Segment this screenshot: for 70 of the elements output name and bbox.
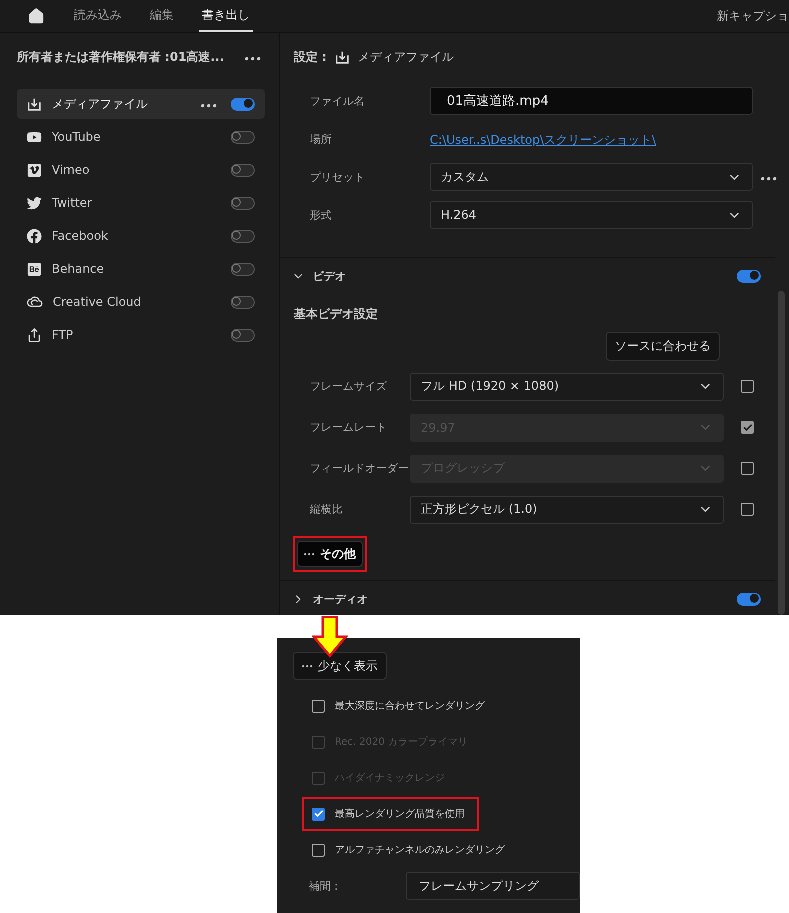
match-source-button[interactable]: ソースに合わせる — [606, 332, 720, 361]
more-options-button[interactable]: その他 — [297, 541, 363, 567]
filename-field[interactable]: 01高速道路.mp4 — [430, 87, 753, 115]
caption-label: 新キャプショ — [717, 8, 789, 24]
checkbox[interactable] — [312, 808, 325, 820]
field-label: 縦横比 — [310, 502, 344, 517]
settings-heading: 設定 : — [294, 48, 327, 66]
v-logo-icon — [27, 162, 42, 178]
option-label: 最大深度に合わせてレンダリング — [335, 700, 485, 713]
destination-item[interactable]: FTP — [17, 320, 265, 350]
cloud-icon — [27, 295, 43, 309]
toggle-switch[interactable] — [231, 164, 255, 176]
checkbox[interactable] — [741, 503, 754, 516]
location-link[interactable]: C:\User..s\Desktop\スクリーンショット\ — [430, 133, 656, 147]
more-icon — [761, 177, 777, 181]
be-logo-icon — [27, 262, 42, 276]
destination-item[interactable]: Facebook — [17, 221, 265, 251]
dropdown[interactable]: カスタム — [430, 163, 753, 191]
panel-title: 所有者または著作権保有者 :01高速... — [17, 48, 224, 66]
section-title: ビデオ — [313, 268, 347, 284]
toggle-switch[interactable] — [231, 130, 255, 144]
dropdown[interactable]: 正方形ピクセル (1.0) — [410, 496, 724, 524]
settings-target: メディアファイル — [358, 48, 454, 66]
destination-item[interactable]: メディアファイル — [17, 89, 265, 119]
download-icon — [27, 96, 42, 112]
video-play-icon — [27, 130, 42, 144]
field-label: 形式 — [310, 208, 333, 222]
nav-tab[interactable]: 編集 — [147, 0, 177, 32]
field-label: 場所 — [310, 132, 333, 146]
section-title: オーディオ — [313, 592, 369, 606]
field-label: プリセット — [310, 170, 366, 184]
upload-icon — [27, 328, 42, 342]
destination-item[interactable]: YouTube — [17, 122, 265, 152]
option-label: 最高レンダリング品質を使用 — [335, 808, 465, 821]
field-label: 補間 : — [309, 878, 338, 894]
more-icon — [245, 57, 261, 61]
field-label: ファイル名 — [310, 94, 366, 108]
checkbox[interactable] — [312, 700, 325, 712]
download-icon — [334, 50, 350, 64]
show-less-button[interactable]: 少なく表示 — [293, 652, 387, 680]
ellipsis-icon — [304, 552, 315, 556]
dropdown[interactable]: H.264 — [430, 201, 753, 229]
field-label: フレームレート — [310, 420, 388, 435]
dropdown[interactable]: フル HD (1920 × 1080) — [410, 372, 724, 400]
down-arrow — [312, 616, 348, 658]
toggle-switch[interactable] — [231, 230, 255, 242]
option-label: アルファチャンネルのみレンダリング — [335, 844, 505, 857]
field-label: フィールドオーダー — [310, 461, 410, 476]
field-label: フレームサイズ — [310, 379, 388, 394]
scrollbar[interactable] — [778, 291, 785, 615]
toggle-switch[interactable] — [231, 98, 255, 110]
checkbox[interactable] — [741, 380, 754, 393]
dropdown[interactable]: フレームサンプリング — [406, 872, 580, 900]
nav-tab[interactable]: 読み込み — [71, 0, 125, 32]
toggle-switch[interactable] — [231, 262, 255, 276]
f-logo-icon — [27, 228, 42, 244]
destination-item[interactable]: Behance — [17, 254, 265, 284]
toggle-switch[interactable] — [231, 296, 255, 308]
toggle-switch[interactable] — [231, 196, 255, 210]
more-icon — [201, 104, 217, 108]
bird-icon — [27, 196, 42, 210]
subsection-title: 基本ビデオ設定 — [293, 306, 379, 323]
destination-item[interactable]: Vimeo — [17, 155, 265, 185]
checkbox[interactable] — [312, 844, 325, 856]
ellipsis-icon — [302, 664, 313, 668]
toggle-switch[interactable] — [231, 328, 255, 342]
destination-item[interactable]: Twitter — [17, 188, 265, 218]
destination-item[interactable]: Creative Cloud — [17, 287, 265, 317]
toggle-switch[interactable] — [737, 592, 761, 606]
toggle-switch[interactable] — [737, 270, 761, 282]
